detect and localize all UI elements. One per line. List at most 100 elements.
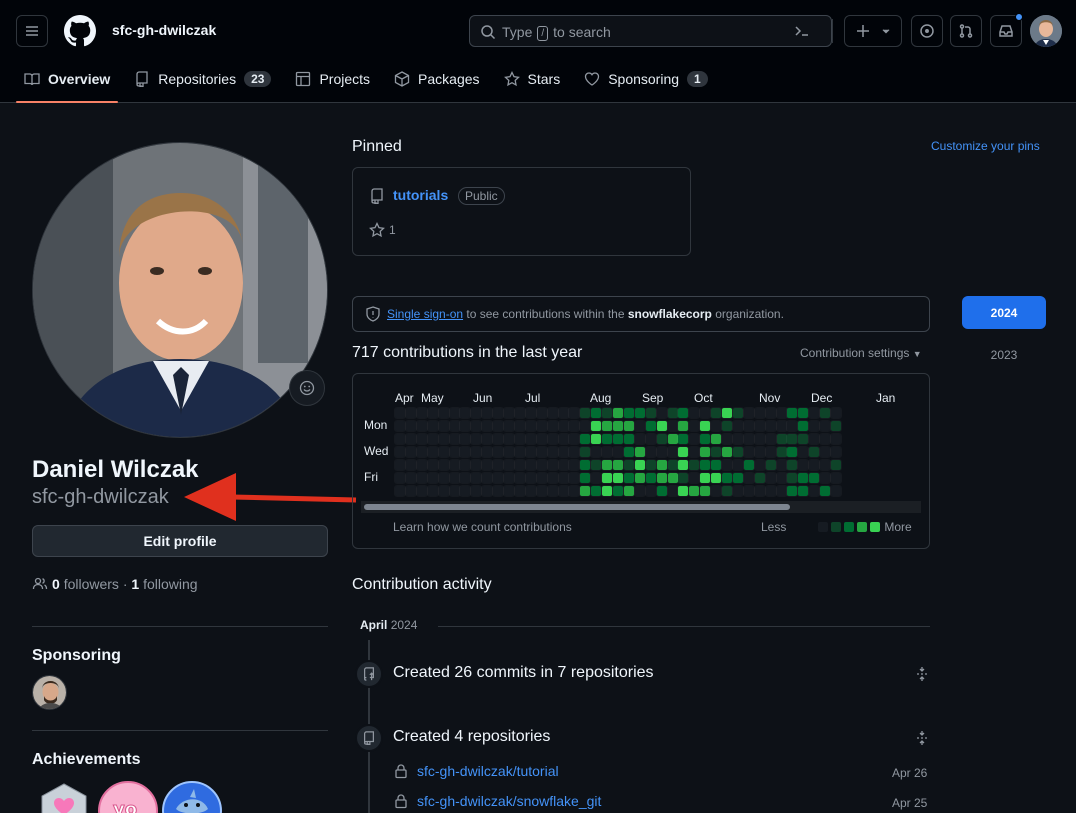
- contribution-day-cell[interactable]: [568, 459, 581, 471]
- contribution-day-cell[interactable]: [655, 472, 668, 484]
- contribution-day-cell[interactable]: [688, 485, 701, 497]
- contribution-day-cell[interactable]: [786, 420, 799, 432]
- contribution-day-cell[interactable]: [644, 472, 657, 484]
- contribution-day-cell[interactable]: [721, 472, 733, 484]
- contribution-day-cell[interactable]: [459, 446, 472, 458]
- contribution-day-cell[interactable]: [699, 433, 712, 445]
- contribution-day-cell[interactable]: [404, 433, 417, 445]
- contribution-day-cell[interactable]: [557, 433, 570, 445]
- pinned-repo-name[interactable]: tutorials: [393, 187, 448, 203]
- contribution-day-cell[interactable]: [819, 420, 832, 432]
- contribution-day-cell[interactable]: [546, 459, 559, 471]
- created-repo-link[interactable]: sfc-gh-dwilczak/tutorial: [417, 763, 559, 779]
- contribution-day-cell[interactable]: [612, 446, 624, 458]
- scrollbar-thumb[interactable]: [364, 504, 790, 510]
- fold-icon[interactable]: [914, 666, 930, 682]
- contribution-day-cell[interactable]: [404, 485, 417, 497]
- contribution-day-cell[interactable]: [666, 472, 679, 484]
- contribution-day-cell[interactable]: [753, 485, 766, 497]
- contribution-day-cell[interactable]: [753, 472, 766, 484]
- contribution-day-cell[interactable]: [655, 407, 668, 419]
- contribution-day-cell[interactable]: [731, 472, 744, 484]
- sso-link[interactable]: Single sign-on: [387, 307, 463, 321]
- contribution-day-cell[interactable]: [546, 420, 559, 432]
- contribution-day-cell[interactable]: [753, 407, 766, 419]
- contribution-day-cell[interactable]: [666, 407, 679, 419]
- contribution-day-cell[interactable]: [731, 407, 744, 419]
- contribution-day-cell[interactable]: [666, 485, 679, 497]
- contribution-day-cell[interactable]: [742, 433, 755, 445]
- contribution-day-cell[interactable]: [481, 446, 494, 458]
- contribution-day-cell[interactable]: [655, 420, 668, 432]
- contribution-day-cell[interactable]: [644, 407, 657, 419]
- contribution-day-cell[interactable]: [677, 485, 690, 497]
- contribution-day-cell[interactable]: [524, 459, 537, 471]
- contribution-day-cell[interactable]: [579, 459, 592, 471]
- header-username[interactable]: sfc-gh-dwilczak: [112, 22, 216, 38]
- contribution-day-cell[interactable]: [710, 459, 723, 471]
- contribution-day-cell[interactable]: [699, 420, 712, 432]
- contribution-day-cell[interactable]: [394, 472, 406, 484]
- contribution-day-cell[interactable]: [404, 459, 417, 471]
- contribution-day-cell[interactable]: [644, 459, 657, 471]
- contribution-day-cell[interactable]: [644, 433, 657, 445]
- contribution-day-cell[interactable]: [830, 407, 842, 419]
- contribution-day-cell[interactable]: [666, 433, 679, 445]
- set-status-button[interactable]: [289, 370, 325, 406]
- contribution-day-cell[interactable]: [753, 433, 766, 445]
- contribution-day-cell[interactable]: [699, 459, 712, 471]
- contribution-day-cell[interactable]: [710, 433, 723, 445]
- contribution-day-cell[interactable]: [535, 446, 548, 458]
- contribution-day-cell[interactable]: [710, 472, 723, 484]
- contribution-day-cell[interactable]: [524, 407, 537, 419]
- contribution-day-cell[interactable]: [655, 459, 668, 471]
- contribution-day-cell[interactable]: [470, 446, 483, 458]
- contribution-day-cell[interactable]: [437, 472, 450, 484]
- contribution-day-cell[interactable]: [688, 472, 701, 484]
- contribution-day-cell[interactable]: [764, 485, 777, 497]
- contribution-day-cell[interactable]: [677, 433, 690, 445]
- contribution-day-cell[interactable]: [764, 433, 777, 445]
- contribution-day-cell[interactable]: [601, 420, 614, 432]
- contribution-day-cell[interactable]: [742, 472, 755, 484]
- contribution-day-cell[interactable]: [622, 446, 635, 458]
- contribution-day-cell[interactable]: [775, 485, 788, 497]
- contribution-day-cell[interactable]: [492, 407, 505, 419]
- fold-icon[interactable]: [914, 730, 930, 746]
- contribution-day-cell[interactable]: [579, 485, 592, 497]
- contribution-day-cell[interactable]: [797, 433, 810, 445]
- contribution-day-cell[interactable]: [612, 433, 624, 445]
- contribution-day-cell[interactable]: [786, 485, 799, 497]
- contribution-day-cell[interactable]: [797, 446, 810, 458]
- contribution-day-cell[interactable]: [557, 420, 570, 432]
- contribution-day-cell[interactable]: [503, 433, 515, 445]
- contribution-day-cell[interactable]: [448, 472, 461, 484]
- contribution-day-cell[interactable]: [513, 446, 526, 458]
- contribution-day-cell[interactable]: [601, 459, 614, 471]
- contribution-day-cell[interactable]: [764, 420, 777, 432]
- contribution-day-cell[interactable]: [601, 472, 614, 484]
- contribution-day-cell[interactable]: [503, 446, 515, 458]
- contribution-day-cell[interactable]: [568, 472, 581, 484]
- contribution-day-cell[interactable]: [775, 472, 788, 484]
- contribution-day-cell[interactable]: [764, 407, 777, 419]
- contribution-day-cell[interactable]: [394, 433, 406, 445]
- contribution-day-cell[interactable]: [535, 433, 548, 445]
- contribution-day-cell[interactable]: [710, 420, 723, 432]
- contribution-day-cell[interactable]: [426, 446, 439, 458]
- contribution-day-cell[interactable]: [557, 459, 570, 471]
- contribution-day-cell[interactable]: [470, 407, 483, 419]
- contribution-day-cell[interactable]: [721, 407, 733, 419]
- contribution-day-cell[interactable]: [470, 459, 483, 471]
- contribution-day-cell[interactable]: [601, 433, 614, 445]
- contribution-day-cell[interactable]: [775, 420, 788, 432]
- contribution-day-cell[interactable]: [786, 459, 799, 471]
- contribution-day-cell[interactable]: [622, 420, 635, 432]
- contribution-day-cell[interactable]: [830, 485, 842, 497]
- contribution-day-cell[interactable]: [677, 446, 690, 458]
- contribution-day-cell[interactable]: [448, 459, 461, 471]
- contribution-day-cell[interactable]: [731, 485, 744, 497]
- contribution-day-cell[interactable]: [775, 407, 788, 419]
- contribution-day-cell[interactable]: [535, 485, 548, 497]
- contribution-day-cell[interactable]: [633, 446, 646, 458]
